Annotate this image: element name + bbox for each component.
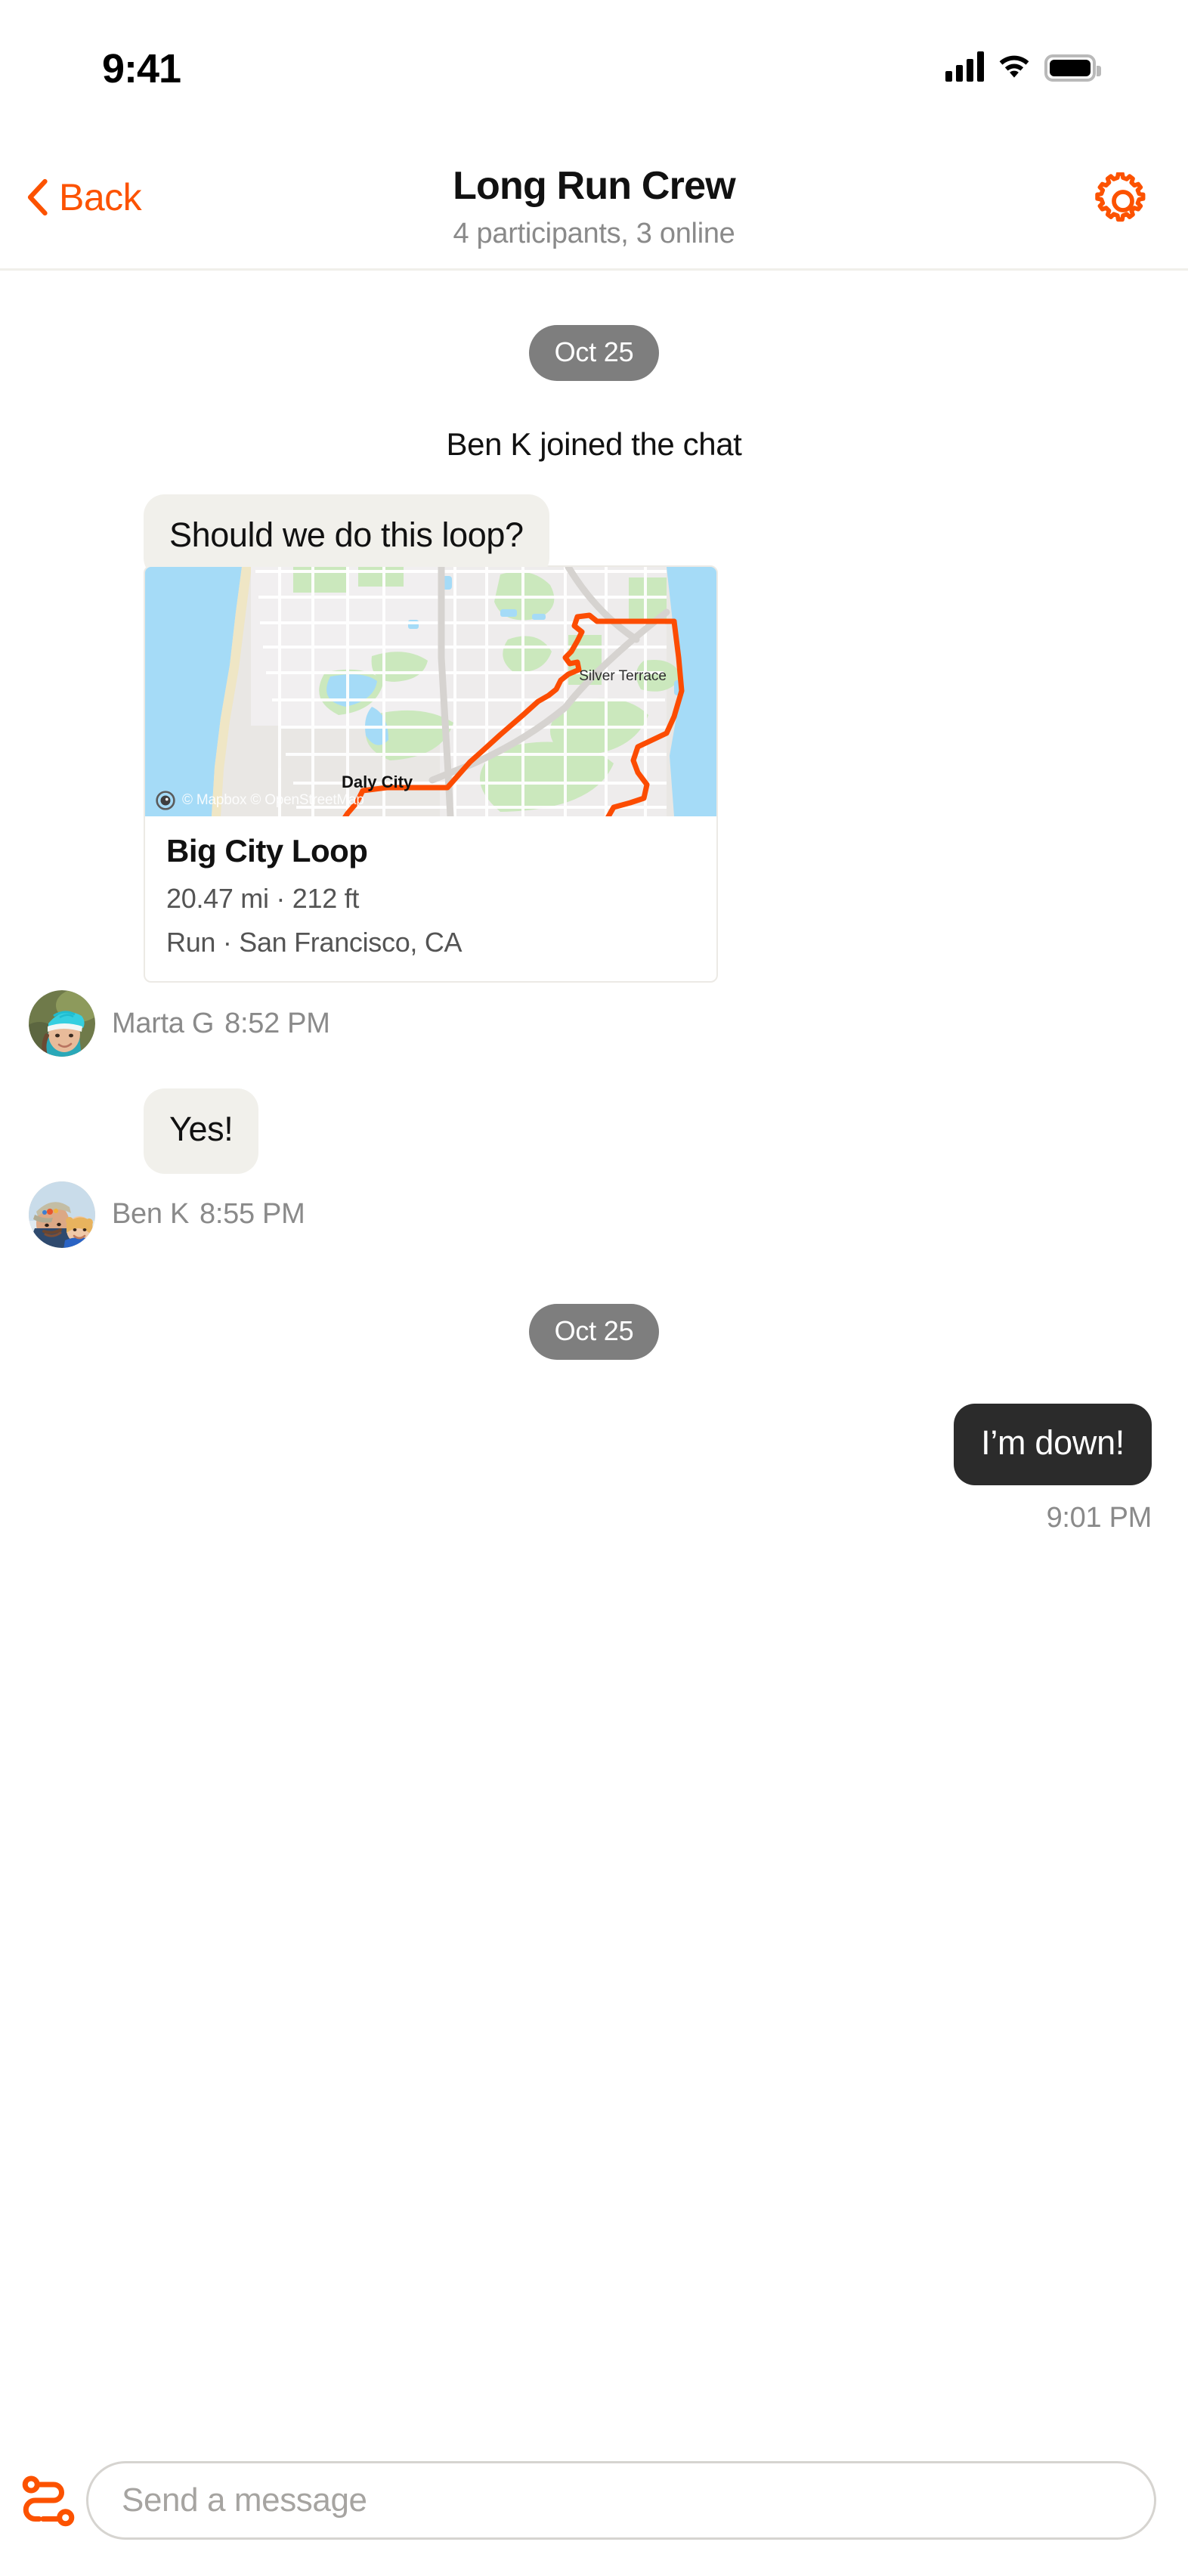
participants-subtitle: 4 participants, 3 online xyxy=(453,218,735,249)
map-label-daly-city: Daly City xyxy=(342,772,413,791)
avatar-ben[interactable] xyxy=(29,1181,95,1248)
status-bar-indicators xyxy=(945,47,1101,82)
route-meta: Run · San Francisco, CA xyxy=(166,927,463,958)
system-message-text: Ben K joined the chat xyxy=(446,426,742,462)
route-map-preview[interactable]: Silver Terrace Daly City © Mapbox © Open… xyxy=(145,567,716,817)
avatar-marta-cyclist-helmet-icon xyxy=(29,990,95,1057)
date-divider-row: Oct 25 xyxy=(0,1303,1188,1360)
message-group-ben: Yes! Ben K 8:55 PM xyxy=(0,1088,1188,1248)
date-divider-row: Oct 25 xyxy=(0,325,1188,381)
page-title: Long Run Crew xyxy=(453,164,736,208)
wifi-icon xyxy=(999,55,1029,78)
route-name: Big City Loop xyxy=(166,833,368,869)
route-map-image: Silver Terrace Daly City xyxy=(145,567,716,817)
back-button-label: Back xyxy=(59,176,142,218)
sender-row-marta: Marta G 8:52 PM xyxy=(0,990,1188,1057)
attach-route-button[interactable] xyxy=(17,2469,80,2532)
message-thread[interactable]: Oct 25 Ben K joined the chat Should we d… xyxy=(0,271,1188,2425)
message-row-outgoing: I’m down! xyxy=(0,1403,1188,1485)
nav-header: Back Long Run Crew 4 participants, 3 onl… xyxy=(0,136,1188,271)
sender-meta-ben: Ben K 8:55 PM xyxy=(112,1198,305,1231)
message-group-marta: Should we do this loop? Silver Terrace D… xyxy=(0,494,1188,1057)
system-message-row: Ben K joined the chat xyxy=(0,426,1188,463)
mapbox-info-icon xyxy=(156,791,175,810)
sender-name-ben: Ben K xyxy=(112,1198,190,1230)
route-attach-icon xyxy=(22,2475,75,2527)
sender-meta-marta: Marta G 8:52 PM xyxy=(112,1008,330,1040)
avatar-marta[interactable] xyxy=(29,990,95,1057)
chat-screen: 9:41 Back Long Run Crew 4 participants, … xyxy=(0,0,1188,2576)
back-button[interactable]: Back xyxy=(26,175,142,219)
route-card[interactable]: Silver Terrace Daly City © Mapbox © Open… xyxy=(144,565,718,983)
chevron-left-icon xyxy=(27,178,48,216)
nav-title-block: Long Run Crew 4 participants, 3 online xyxy=(0,163,1188,250)
status-bar: 9:41 xyxy=(0,0,1188,136)
message-bubble-outgoing[interactable]: I’m down! xyxy=(954,1403,1152,1485)
gear-icon xyxy=(1095,172,1146,222)
date-divider-badge: Oct 25 xyxy=(528,1303,660,1360)
message-input[interactable] xyxy=(122,2482,1121,2519)
message-time-outgoing: 9:01 PM xyxy=(1046,1501,1152,1534)
route-card-info: Big City Loop 20.47 mi · 212 ft Run · Sa… xyxy=(145,816,716,981)
settings-button[interactable] xyxy=(1094,172,1152,230)
avatar-ben-cap-with-child-icon xyxy=(29,1181,95,1248)
sender-time-ben: 8:55 PM xyxy=(200,1198,305,1230)
cellular-signal-icon xyxy=(945,51,984,82)
map-label-silver-terrace: Silver Terrace xyxy=(579,668,667,684)
sender-row-ben: Ben K 8:55 PM xyxy=(0,1181,1188,1248)
message-bubble-incoming[interactable]: Yes! xyxy=(144,1088,259,1174)
date-divider-badge: Oct 25 xyxy=(528,325,660,381)
route-stats: 20.47 mi · 212 ft xyxy=(166,883,360,915)
status-bar-clock: 9:41 xyxy=(102,46,181,91)
message-input-wrapper[interactable] xyxy=(86,2461,1156,2540)
battery-full-icon xyxy=(1044,54,1101,82)
map-attribution: © Mapbox © OpenStreetMap xyxy=(156,791,364,810)
map-attribution-text: © Mapbox © OpenStreetMap xyxy=(182,792,364,809)
sender-time-marta: 8:52 PM xyxy=(224,1007,330,1039)
sender-name-marta: Marta G xyxy=(112,1007,215,1039)
composer-bar xyxy=(0,2425,1188,2576)
